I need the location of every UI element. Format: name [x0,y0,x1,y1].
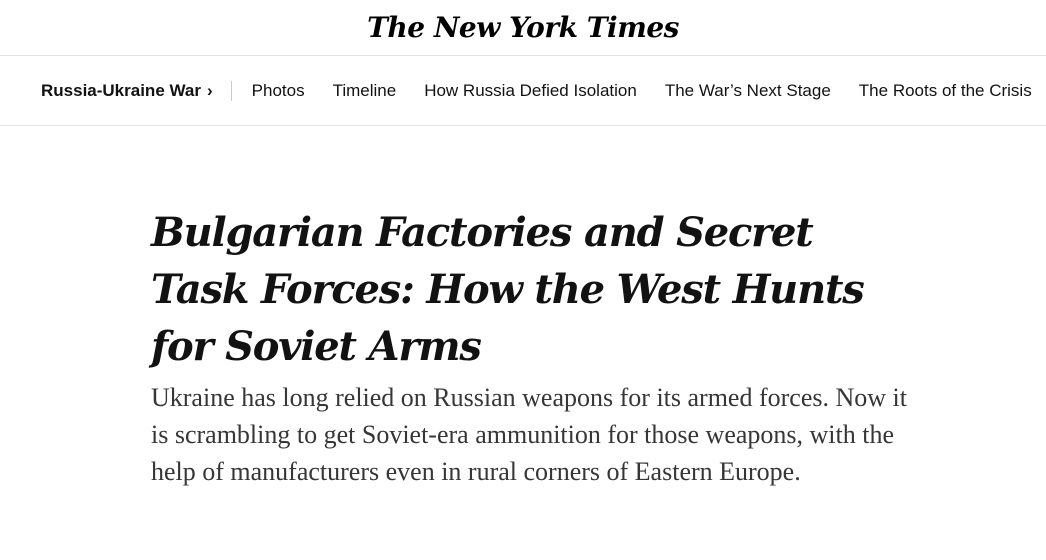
nav-item-how-russia-defied-isolation[interactable]: How Russia Defied Isolation [424,81,637,101]
article: Bulgarian Factories and Secret Task Forc… [0,126,1046,490]
nav-item-the-roots-of-the-crisis[interactable]: The Roots of the Crisis [859,81,1032,101]
section-link-russia-ukraine-war[interactable]: Russia-Ukraine War › [41,81,213,101]
nav-item-photos[interactable]: Photos [252,81,305,101]
nyt-logo[interactable]: The New York Times [367,11,679,44]
section-label: Russia-Ukraine War [41,80,201,100]
nav-items: Photos Timeline How Russia Defied Isolat… [252,81,1032,101]
nav-divider [230,80,232,101]
nav-item-the-wars-next-stage[interactable]: The War’s Next Stage [665,81,831,101]
article-summary: Ukraine has long relied on Russian weapo… [151,383,907,486]
nav-item-timeline[interactable]: Timeline [333,81,397,101]
article-headline: Bulgarian Factories and Secret Task Forc… [151,209,865,370]
chevron-right-icon: › [206,80,213,100]
masthead: The New York Times [0,0,1046,56]
section-nav: Russia-Ukraine War › Photos Timeline How… [0,56,1046,126]
